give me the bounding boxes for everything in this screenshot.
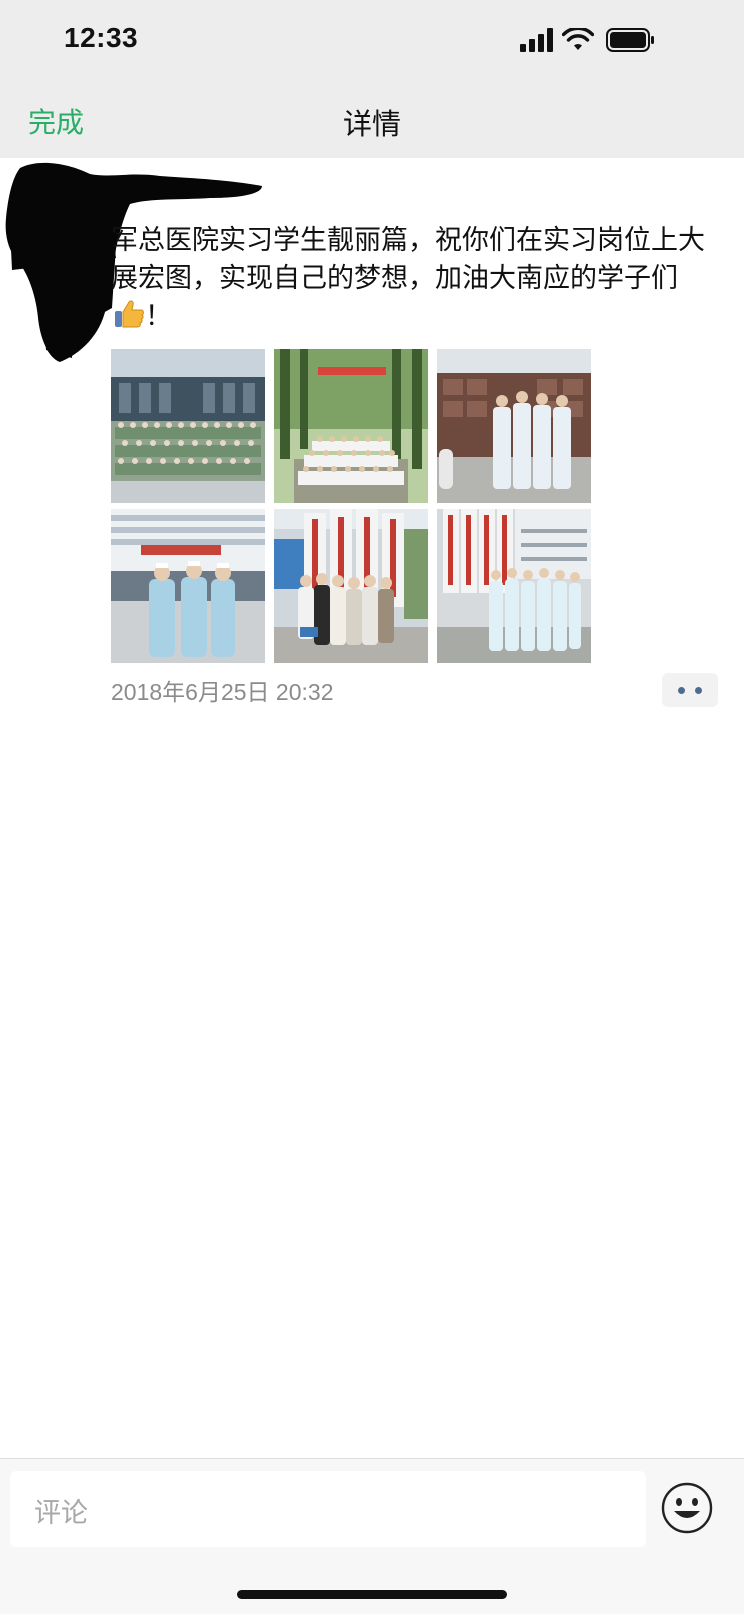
more-options-button[interactable]	[662, 673, 718, 707]
more-dot-icon	[678, 687, 685, 694]
post-body: 军总医院实习学生靓丽篇，祝你们在实习岗位上大展宏图，实现自己的梦想，加油大南应的…	[111, 225, 705, 294]
post-text: 军总医院实习学生靓丽篇，祝你们在实习岗位上大展宏图，实现自己的梦想，加油大南应的…	[111, 222, 711, 340]
cellular-signal-icon	[520, 28, 553, 52]
page-title: 详情	[342, 107, 401, 141]
done-button[interactable]: 完成	[28, 101, 84, 141]
home-indicator[interactable]	[237, 1590, 507, 1599]
status-bar: 12:33	[0, 0, 744, 85]
wifi-icon	[562, 28, 594, 50]
photo-5[interactable]	[274, 509, 428, 663]
comment-placeholder: 评论	[34, 1498, 88, 1529]
photo-1[interactable]	[111, 349, 265, 503]
comment-input[interactable]: 评论	[10, 1471, 646, 1547]
thumbs-up-icon	[113, 299, 145, 340]
post-text-suffix: ！	[145, 301, 172, 332]
post-timestamp: 2018年6月25日 20:32	[111, 679, 334, 705]
smiley-icon[interactable]	[660, 1481, 714, 1535]
photo-2[interactable]	[274, 349, 428, 503]
photo-6[interactable]	[437, 509, 591, 663]
battery-icon	[606, 28, 654, 52]
status-time: 12:33	[64, 22, 139, 53]
nav-bar: 详情 完成	[0, 85, 744, 158]
photo-4[interactable]	[111, 509, 265, 663]
post-detail: 军总医院实习学生靓丽篇，祝你们在实习岗位上大展宏图，实现自己的梦想，加油大南应的…	[0, 158, 744, 1458]
more-dot-icon	[695, 687, 702, 694]
photo-3[interactable]	[437, 349, 591, 503]
